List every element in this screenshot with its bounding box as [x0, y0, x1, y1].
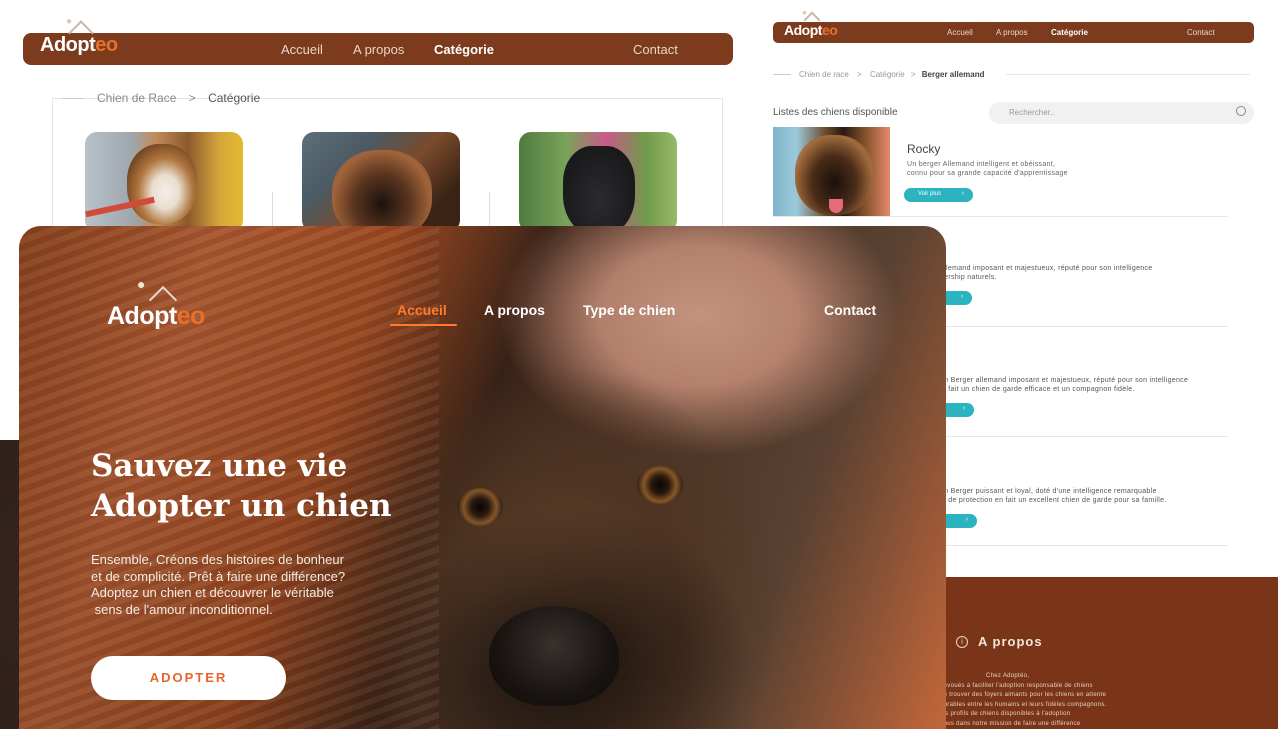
breadcrumb: Chien de race > Catégorie > Berger allem… [799, 70, 984, 79]
chevron-right-icon: › [965, 516, 968, 523]
chevron-right-icon: › [960, 293, 963, 300]
voir-plus-button[interactable]: Voir plus › [904, 188, 973, 202]
chevron-right-icon: > [188, 91, 196, 105]
nav-a-propos[interactable]: A propos [996, 28, 1028, 37]
dog-card-beagle[interactable] [85, 132, 243, 232]
dog-description: un Berger puissant et loyal, doté d'une … [940, 488, 1167, 504]
breadcrumb-line [773, 74, 791, 75]
search-input[interactable]: Rechercher.. [989, 102, 1254, 124]
breadcrumb-b[interactable]: Catégorie [870, 70, 905, 79]
breadcrumb-parent[interactable]: Chien de Race [97, 91, 176, 105]
dog-name-rocky: Rocky [907, 142, 941, 156]
paw-icon: ● [802, 8, 807, 17]
breadcrumb-current: Catégorie [208, 91, 261, 105]
footer-title: A propos [978, 634, 1043, 649]
hero-section: ● Adopt eo Accueil A propos Type de chien… [19, 226, 946, 729]
tongue-shape [829, 199, 843, 213]
nav-a-propos[interactable]: A propos [484, 302, 545, 318]
info-icon: i [956, 636, 968, 648]
nav-type-de-chien[interactable]: Type de chien [583, 302, 675, 318]
hero-headline: Sauvez une vie Adopter un chien [91, 448, 392, 524]
search-icon[interactable] [1236, 106, 1246, 116]
showcase-stage: ● Adopt eo Accueil A propos Catégorie Con… [0, 0, 1278, 729]
breadcrumb-c: Berger allemand [921, 70, 985, 79]
adopter-button[interactable]: ADOPTER [91, 656, 286, 700]
nav-accueil[interactable]: Accueil [281, 42, 323, 57]
dog-card-german-shepherd[interactable] [302, 132, 460, 232]
rocky-photo[interactable] [773, 127, 890, 216]
nav-contact[interactable]: Contact [1187, 28, 1215, 37]
active-nav-underline [390, 324, 457, 326]
breadcrumb-line [62, 98, 84, 99]
dog-description: un Berger allemand imposant et majestueu… [940, 377, 1189, 393]
nav-categorie[interactable]: Catégorie [1051, 28, 1088, 37]
nav-accueil[interactable]: Accueil [947, 28, 973, 37]
nav-accueil[interactable]: Accueil [397, 302, 447, 318]
chevron-right-icon: › [962, 405, 965, 412]
chevron-right-icon: › [961, 190, 964, 197]
paw-icon: ● [66, 16, 72, 27]
hero-subtext: Ensemble, Créons des histoires de bonheu… [91, 552, 346, 617]
chevron-right-icon: > [910, 70, 916, 79]
footer-text: Chez Adoptéo, dévoués à faciliter l'adop… [940, 673, 1107, 727]
nav-contact[interactable]: Contact [633, 42, 678, 57]
nav-contact[interactable]: Contact [824, 302, 876, 318]
logo[interactable]: ● Adopt eo [107, 276, 205, 331]
paw-icon: ● [137, 276, 145, 292]
chevron-right-icon: > [857, 70, 862, 79]
search-placeholder: Rechercher.. [1009, 108, 1055, 117]
item-divider [773, 216, 1228, 217]
dog-description: allemand imposant et majestueux, réputé … [940, 265, 1153, 281]
beagle-head-shape [127, 144, 197, 224]
bulldog-head-shape [563, 146, 635, 232]
logo[interactable]: ● Adopt eo [784, 8, 838, 38]
logo[interactable]: ● Adopt eo [40, 16, 118, 57]
breadcrumb-rule [1006, 74, 1250, 75]
shepherd-head-shape [332, 150, 432, 232]
dog-description: Un berger Allemand intelligent et obéiss… [907, 161, 1068, 177]
breadcrumb: Chien de Race > Catégorie [97, 91, 260, 105]
breadcrumb-a[interactable]: Chien de race [799, 70, 849, 79]
nav-categorie[interactable]: Catégorie [434, 42, 494, 57]
list-title: Listes des chiens disponible [773, 107, 898, 118]
nav-a-propos[interactable]: A propos [353, 42, 404, 57]
dog-card-french-bulldog[interactable] [519, 132, 677, 232]
